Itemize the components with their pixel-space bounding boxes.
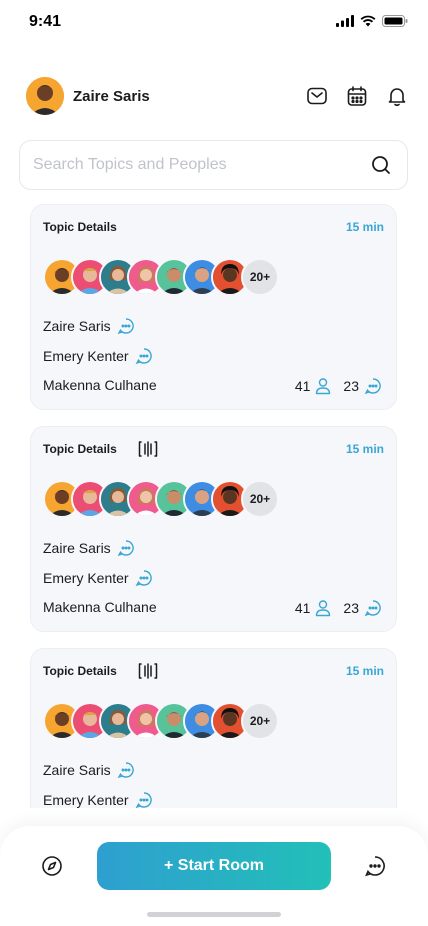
mail-icon[interactable]	[306, 85, 328, 107]
chat-bubble-icon[interactable]	[117, 761, 135, 779]
status-bar: 9:41	[0, 0, 428, 44]
chat-icon[interactable]	[363, 854, 387, 878]
member-row: Emery Kenter	[43, 791, 153, 808]
card-duration: 15 min	[345, 442, 384, 456]
member-name: Zaire Saris	[43, 762, 111, 778]
card-title: Topic Details	[43, 664, 117, 678]
member-name: Emery Kenter	[43, 792, 129, 808]
chat-bubble-icon[interactable]	[364, 377, 382, 395]
member-name: Zaire Saris	[43, 318, 111, 334]
home-indicator	[147, 912, 281, 917]
card-stats: 41 23	[295, 377, 382, 395]
waveform-icon	[138, 441, 158, 457]
message-count: 23	[343, 600, 359, 616]
status-time: 9:41	[29, 13, 62, 30]
more-participants-badge: 20+	[241, 702, 279, 740]
chat-bubble-icon[interactable]	[117, 539, 135, 557]
member-row: Emery Kenter	[43, 347, 153, 365]
member-row: Zaire Saris	[43, 317, 135, 335]
listener-count: 41	[294, 378, 311, 394]
card-duration: 15 min	[345, 220, 384, 234]
search-input[interactable]	[33, 156, 371, 174]
member-row: Zaire Saris	[43, 761, 135, 779]
card-title: Topic Details	[43, 442, 117, 456]
topic-feed: Topic Details 15 min 20+ Zaire Saris Eme…	[30, 204, 397, 808]
bottom-bar: + Start Room	[0, 826, 428, 926]
listener-count: 41	[294, 600, 311, 616]
calendar-icon[interactable]	[346, 85, 368, 107]
member-row: Zaire Saris	[43, 539, 135, 557]
avatar[interactable]	[26, 77, 64, 115]
card-duration: 15 min	[345, 664, 384, 678]
topic-card[interactable]: Topic Details 15 min 20+ Zaire Saris Eme…	[30, 426, 397, 632]
more-participants-badge: 20+	[241, 258, 279, 296]
member-name: Emery Kenter	[43, 348, 129, 364]
member-name: Makenna Culhane	[43, 599, 157, 615]
wifi-icon	[360, 15, 376, 27]
member-row: Makenna Culhane	[43, 599, 163, 615]
user-icon	[316, 378, 331, 395]
user-name: Zaire Saris	[73, 87, 150, 105]
member-row: Makenna Culhane	[43, 377, 163, 393]
member-name: Zaire Saris	[43, 540, 111, 556]
battery-icon	[382, 15, 408, 27]
chat-bubble-icon[interactable]	[135, 347, 153, 365]
header: Zaire Saris	[26, 76, 408, 116]
member-name: Makenna Culhane	[43, 377, 157, 393]
topic-card[interactable]: Topic Details 15 min 20+ Zaire Saris Eme…	[30, 204, 397, 410]
more-participants-badge: 20+	[241, 480, 279, 518]
bell-icon[interactable]	[386, 85, 408, 107]
waveform-icon	[138, 663, 158, 679]
topic-card[interactable]: Topic Details 15 min 20+ Zaire Saris Eme…	[30, 648, 397, 808]
card-title: Topic Details	[43, 220, 117, 234]
chat-bubble-icon[interactable]	[364, 599, 382, 617]
member-row: Emery Kenter	[43, 569, 153, 587]
card-stats: 41 23	[295, 599, 382, 617]
chat-bubble-icon[interactable]	[135, 791, 153, 808]
compass-icon[interactable]	[40, 854, 64, 878]
message-count: 23	[343, 378, 359, 394]
signal-icon	[336, 15, 354, 27]
user-icon	[316, 600, 331, 617]
search-icon[interactable]	[371, 155, 391, 175]
chat-bubble-icon[interactable]	[117, 317, 135, 335]
search-bar	[19, 140, 408, 190]
start-room-button[interactable]: + Start Room	[97, 842, 331, 890]
chat-bubble-icon[interactable]	[135, 569, 153, 587]
member-name: Emery Kenter	[43, 570, 129, 586]
